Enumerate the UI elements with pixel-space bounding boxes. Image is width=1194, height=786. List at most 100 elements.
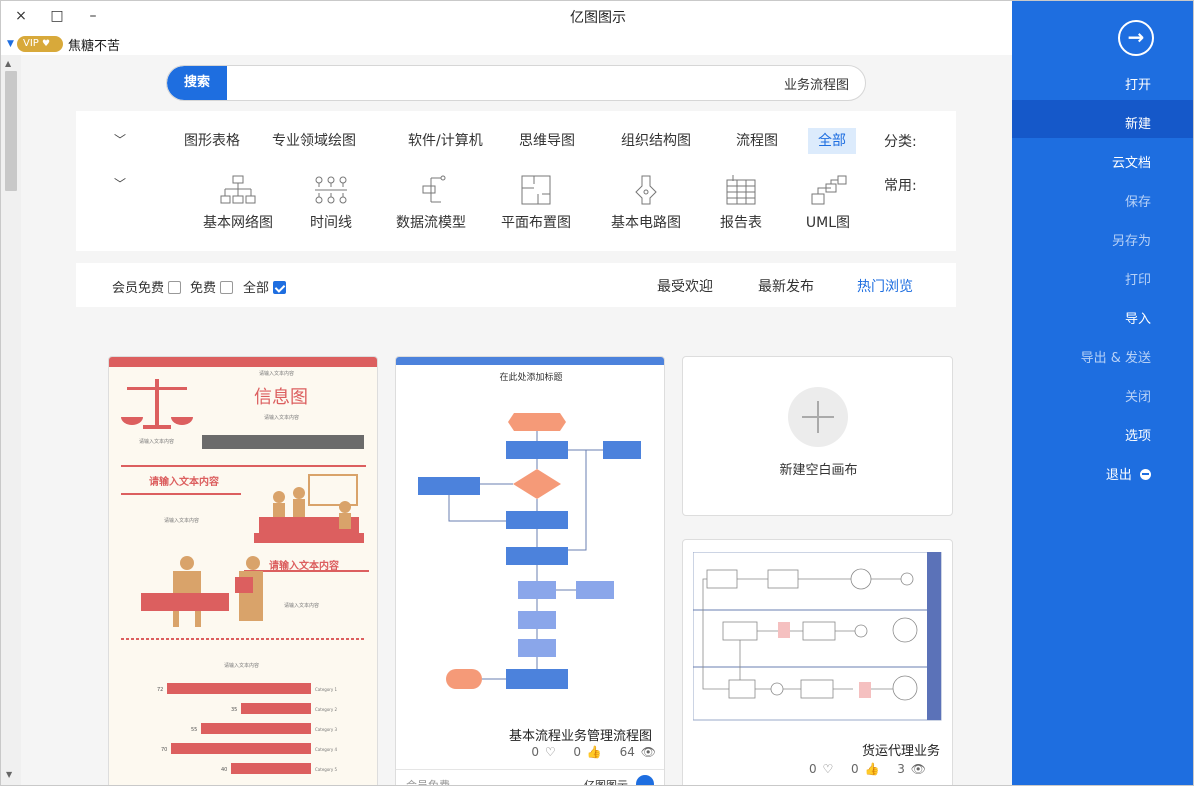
chevron-down-icon[interactable]: ﹀	[114, 175, 126, 192]
chart-bar	[201, 723, 311, 734]
exit-label: 退出	[1105, 468, 1132, 483]
template-card-infographic[interactable]: 请输入文本内容 信息图 请输入文本内容 请输入文本内容 请输入文本内容 请输入文…	[108, 356, 378, 785]
meeting-illustration	[254, 474, 364, 547]
sidebar-item-options[interactable]: 选项	[1125, 425, 1151, 444]
search-button[interactable]: 搜索	[167, 66, 227, 100]
filter-free[interactable]: 免费	[190, 277, 234, 296]
floor-plan-icon	[521, 175, 551, 205]
scroll-down-icon[interactable]: ▼	[6, 770, 12, 779]
close-icon[interactable]: ×	[9, 5, 33, 27]
sidebar-item-close[interactable]: 关闭	[1125, 386, 1151, 405]
chart-data-label: 40	[221, 767, 227, 773]
scroll-up-icon[interactable]: ▲	[5, 59, 11, 68]
sidebar-item-exit[interactable]: 退出	[1106, 464, 1151, 483]
eye-icon: 👁	[910, 762, 926, 776]
common-item-dataflow[interactable]: 数据流模型	[386, 174, 476, 232]
like-count: 0	[573, 745, 582, 759]
category-item[interactable]: 图形表格	[174, 128, 250, 154]
common-item-uml[interactable]: UML图	[783, 174, 873, 232]
tab-latest[interactable]: 最新发布	[758, 276, 814, 296]
common-item-network[interactable]: 基本网络图	[193, 174, 283, 232]
maximize-icon[interactable]: □	[45, 5, 69, 27]
category-item[interactable]: 思维导图	[509, 128, 585, 154]
sidebar-item-save[interactable]: 保存	[1125, 191, 1151, 210]
checkbox-checked[interactable]	[273, 281, 287, 294]
sidebar-item-import[interactable]: 导入	[1125, 308, 1151, 327]
common-label: 基本电路图	[611, 215, 681, 231]
sidebar-item-open[interactable]: 打开	[1125, 74, 1151, 93]
category-item-active[interactable]: 全部	[808, 128, 856, 154]
chart-data-label: 35	[231, 707, 237, 713]
chart-category-label: Category 2	[315, 707, 338, 712]
selected-highlight	[1012, 100, 1193, 138]
chart-bar	[241, 703, 311, 714]
thumb-icon[interactable]: 👍	[587, 745, 602, 759]
plus-icon[interactable]	[788, 387, 848, 447]
chart-data-label: 72	[157, 687, 163, 693]
chevron-down-icon[interactable]: ﹀	[114, 131, 126, 148]
tab-most-popular[interactable]: 最受欢迎	[657, 276, 713, 296]
chart-data-label: 55	[191, 727, 197, 733]
category-item[interactable]: 专业领域绘图	[262, 128, 366, 154]
username[interactable]: 焦糖不苦	[68, 35, 120, 54]
flow-header: 在此处添加标题	[499, 373, 563, 383]
info-title: 信息图	[254, 387, 308, 408]
common-label: UML图	[805, 215, 851, 231]
filter-label: 免费	[190, 281, 217, 296]
vip-badge[interactable]: VIP ♥	[17, 36, 63, 52]
sidebar-item-cloud[interactable]: 云文档	[1112, 152, 1151, 171]
new-blank-canvas-card[interactable]: 新建空白画布	[682, 356, 953, 516]
common-item-timeline[interactable]: 时间线	[286, 174, 376, 232]
card-stats: 0 ♡ 0 👍 3 👁	[795, 762, 926, 776]
thumb-icon[interactable]: 👍	[865, 762, 880, 776]
heart-icon[interactable]: ♡	[545, 745, 556, 759]
checkbox[interactable]	[168, 281, 182, 294]
author-name: 亿图图示	[584, 779, 628, 786]
filter-all[interactable]: 全部	[243, 277, 287, 296]
sidebar-item-save-as[interactable]: 另存为	[1112, 230, 1151, 249]
view-count: 64	[619, 745, 635, 759]
favorite-count: 0	[808, 762, 817, 776]
vip-label: VIP	[23, 38, 39, 49]
title-bar: 亿图图示 × □ –	[1, 1, 1012, 33]
search-input[interactable]	[237, 66, 849, 100]
common-item-report[interactable]: 报告表	[696, 174, 786, 232]
sidebar-item-new[interactable]: 新建	[1125, 113, 1151, 132]
template-card-freight[interactable]: 货运代理业务 0 ♡ 0 👍 3 👁	[682, 539, 953, 785]
info-small-text: 请输入文本内容	[259, 370, 294, 377]
category-panel: ﹀ ﹀ 图形表格 专业领域绘图 软件/计算机 思维导图 组织结构图 流程图 全部…	[76, 111, 956, 251]
common-label: 时间线	[310, 215, 352, 231]
filter-label: 全部	[243, 281, 270, 296]
sidebar-item-print[interactable]: 打印	[1125, 269, 1151, 288]
heart-icon[interactable]: ♡	[822, 762, 833, 776]
tab-hot[interactable]: 热门浏览	[857, 276, 913, 296]
checkbox[interactable]	[220, 281, 234, 294]
scroll-thumb[interactable]	[5, 71, 17, 191]
common-label: 常用:	[884, 178, 917, 194]
dataflow-icon	[422, 175, 446, 203]
search-bar: 搜索	[166, 65, 866, 101]
timeline-icon	[315, 176, 347, 204]
people-illustration	[141, 556, 263, 627]
info-heading-1: 请输入文本内容	[149, 475, 219, 488]
blank-canvas-label: 新建空白画布	[779, 463, 858, 478]
scrollbar[interactable]: ▲ ▼	[1, 55, 21, 785]
category-item[interactable]: 流程图	[726, 128, 788, 154]
divider	[396, 769, 664, 770]
common-item-floorplan[interactable]: 平面布置图	[491, 174, 581, 232]
common-item-circuit[interactable]: 基本电路图	[601, 174, 691, 232]
circuit-icon	[635, 175, 657, 205]
back-arrow-icon[interactable]: →	[1118, 20, 1154, 56]
info-heading-2: 请输入文本内容	[269, 559, 339, 572]
template-card-flowchart[interactable]: 在此处添加标题 基本流程业务管理流程图 0 ♡ 0 👍 64 👁 会员免费 亿图…	[395, 356, 665, 786]
dropdown-icon[interactable]: ▼	[7, 39, 14, 49]
app-window: 亿图图示 × □ – ▼ VIP ♥ 焦糖不苦 ▲ ▼ 搜索 ﹀ ﹀ 图形表格 …	[0, 0, 1194, 786]
infographic-preview: 请输入文本内容 信息图 请输入文本内容 请输入文本内容 请输入文本内容 请输入文…	[109, 357, 377, 774]
info-small-text: 请输入文本内容	[284, 602, 319, 609]
category-item[interactable]: 组织结构图	[611, 128, 701, 154]
category-item[interactable]: 软件/计算机	[398, 128, 493, 154]
minimize-icon[interactable]: –	[81, 5, 105, 27]
sidebar-item-export[interactable]: 导出 & 发送	[1081, 347, 1151, 366]
pricing-label: 会员免费	[406, 779, 450, 786]
filter-member-free[interactable]: 会员免费	[112, 277, 182, 296]
